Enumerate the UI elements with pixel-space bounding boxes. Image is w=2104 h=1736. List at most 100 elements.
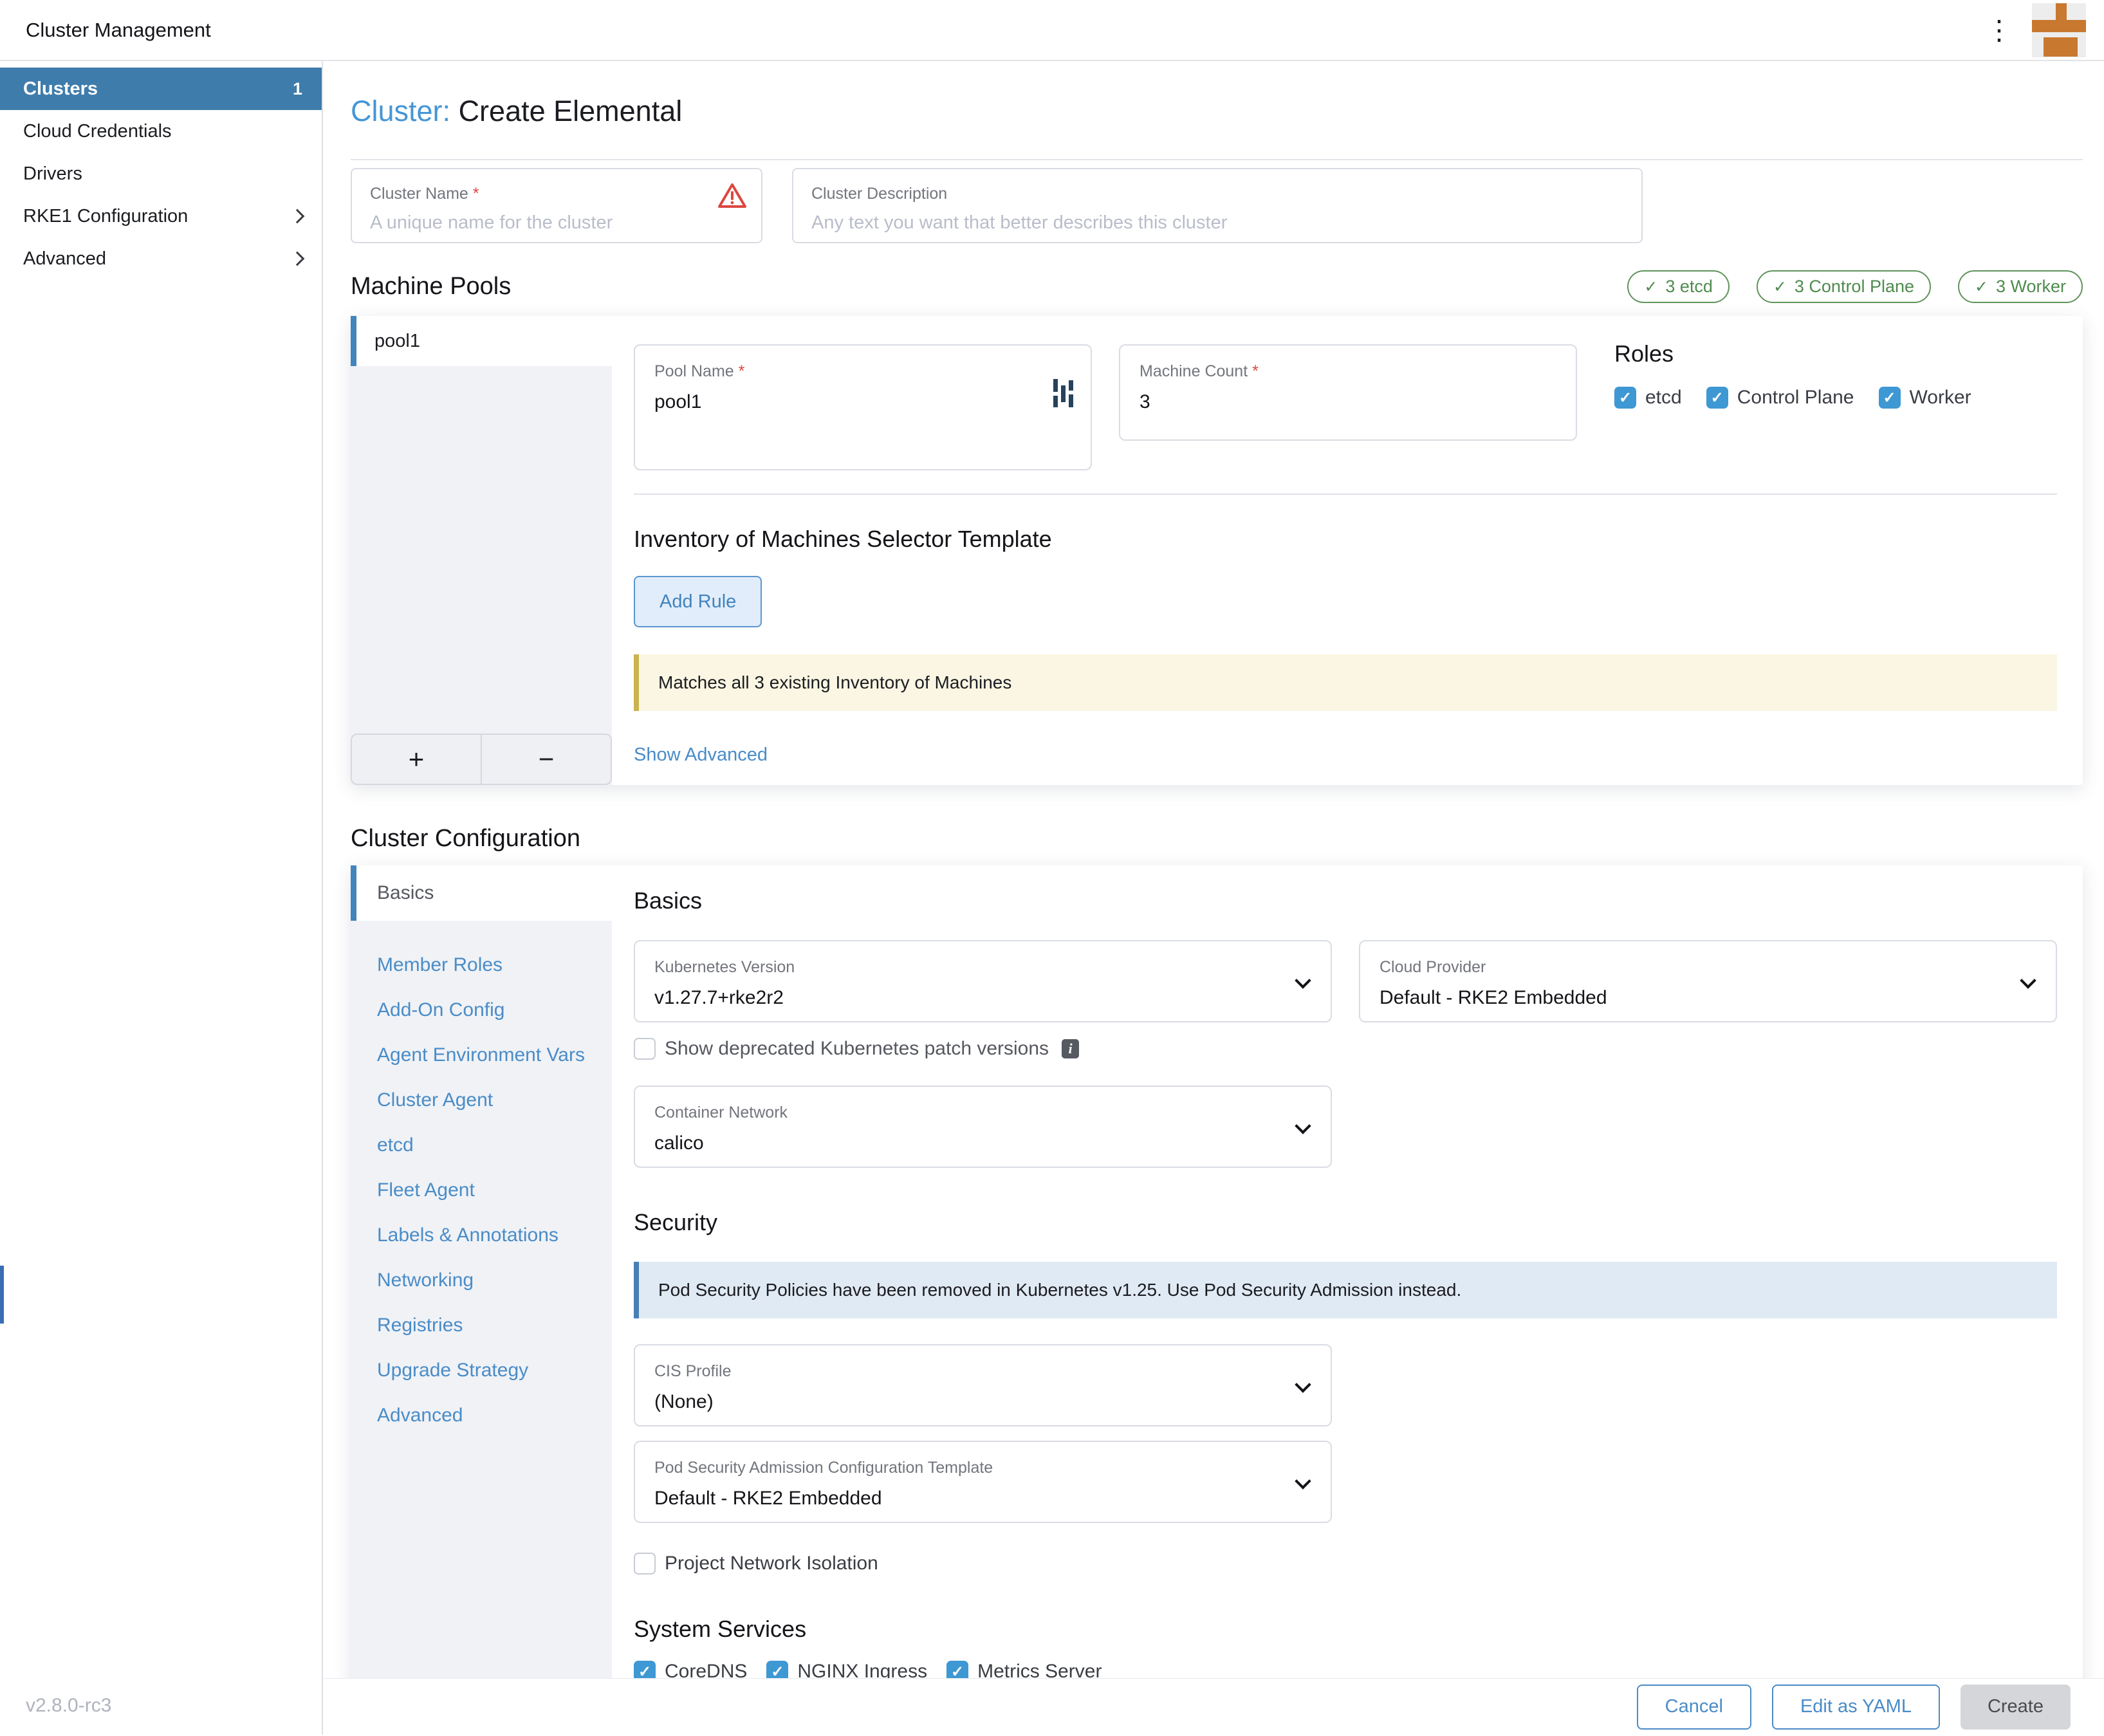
checkbox-label: Control Plane <box>1737 387 1854 409</box>
info-icon[interactable]: i <box>1062 1039 1079 1058</box>
matches-banner: Matches all 3 existing Inventory of Mach… <box>634 654 2057 711</box>
cancel-button[interactable]: Cancel <box>1637 1685 1751 1730</box>
sidebar-item-drivers[interactable]: Drivers <box>0 152 322 195</box>
main-area: Cluster: Create Elemental Cluster Name *… <box>323 61 2104 1735</box>
tab-registries[interactable]: Registries <box>377 1303 612 1348</box>
service-checkbox-coredns[interactable]: ✓CoreDNS <box>634 1661 747 1678</box>
checkbox-unchecked <box>634 1553 656 1574</box>
service-checkbox-nginx-ingress[interactable]: ✓NGINX Ingress <box>766 1661 927 1678</box>
machine-count-field[interactable]: Machine Count * 3 <box>1119 344 1577 441</box>
k8s-provider-row: Kubernetes Version v1.27.7+rke2r2 Cloud … <box>634 940 2057 1022</box>
role-checkbox-worker[interactable]: ✓ Worker <box>1879 387 1971 409</box>
sidebar-item-advanced[interactable]: Advanced <box>0 237 322 280</box>
cis-profile-select[interactable]: CIS Profile (None) <box>634 1344 1332 1427</box>
container-network-select[interactable]: Container Network calico <box>634 1085 1332 1168</box>
badge-label: 3 Control Plane <box>1795 277 1914 297</box>
pool-name-field[interactable]: Pool Name * pool1 <box>634 344 1092 470</box>
show-deprecated-label: Show deprecated Kubernetes patch version… <box>665 1038 1049 1060</box>
required-asterisk: * <box>473 185 479 203</box>
tab-basics[interactable]: Basics <box>351 865 612 921</box>
tab-upgrade-strategy[interactable]: Upgrade Strategy <box>377 1348 612 1393</box>
tab-cluster-agent[interactable]: Cluster Agent <box>377 1078 612 1123</box>
logo-shape <box>2032 20 2086 32</box>
sidebar-count-badge: 1 <box>293 79 302 99</box>
roles-column: Roles ✓etcd✓Control Plane✓Worker <box>1614 344 1971 470</box>
psa-template-row: Pod Security Admission Configuration Tem… <box>634 1441 2057 1523</box>
service-checkbox-metrics-server[interactable]: ✓ Metrics Server <box>946 1661 1102 1678</box>
checkbox-label: etcd <box>1645 387 1682 409</box>
tab-fleet-agent[interactable]: Fleet Agent <box>377 1168 612 1213</box>
machine-pool-card: pool1 + − Pool Name * po <box>351 316 2083 785</box>
pool-top-row: Pool Name * pool1 <box>634 344 2057 470</box>
tab-labels-annotations[interactable]: Labels & Annotations <box>377 1213 612 1258</box>
checkbox-label: Worker <box>1910 387 1971 409</box>
project-network-isolation-row: Project Network Isolation <box>634 1553 2057 1574</box>
machine-pools-heading: Machine Pools <box>351 273 511 300</box>
show-advanced-link[interactable]: Show Advanced <box>634 744 768 766</box>
tab-etcd[interactable]: etcd <box>377 1123 612 1168</box>
project-network-isolation-checkbox[interactable]: Project Network Isolation <box>634 1553 878 1574</box>
show-deprecated-checkbox[interactable]: Show deprecated Kubernetes patch version… <box>634 1038 1079 1060</box>
user-avatar-logo[interactable] <box>2032 3 2086 57</box>
cis-profile-row: CIS Profile (None) <box>634 1344 2057 1427</box>
chevron-right-icon <box>290 209 305 224</box>
left-scroll-indicator[interactable] <box>0 1266 4 1324</box>
chevron-down-icon <box>1295 1473 1311 1489</box>
create-button[interactable]: Create <box>1961 1685 2071 1730</box>
sidebar-item-label: Clusters <box>23 78 98 100</box>
badge-label: 3 Worker <box>1996 277 2066 297</box>
tab-networking[interactable]: Networking <box>377 1258 612 1303</box>
sidebar-nav: Clusters 1 Cloud Credentials Drivers RKE1 Co… <box>0 61 323 1735</box>
project-network-isolation-label: Project Network Isolation <box>665 1553 878 1574</box>
cluster-description-placeholder: Any text you want that better describes … <box>811 212 1623 234</box>
psa-template-select[interactable]: Pod Security Admission Configuration Tem… <box>634 1441 1332 1523</box>
tab-advanced[interactable]: Advanced <box>377 1393 612 1438</box>
cluster-description-field[interactable]: Cluster Description Any text you want th… <box>792 168 1643 243</box>
kebab-menu-icon[interactable]: ⋮ <box>1966 0 2032 60</box>
psa-template-value: Default - RKE2 Embedded <box>654 1488 1311 1510</box>
tab-add-on-config[interactable]: Add-On Config <box>377 988 612 1033</box>
cloud-provider-select[interactable]: Cloud Provider Default - RKE2 Embedded <box>1359 940 2057 1022</box>
checkbox-label: Metrics Server <box>977 1661 1102 1678</box>
title-divider <box>351 159 2083 160</box>
sidebar-item-clusters[interactable]: Clusters 1 <box>0 68 322 110</box>
edit-as-yaml-button[interactable]: Edit as YAML <box>1772 1685 1940 1730</box>
role-count-badges: ✓3 etcd✓3 Control Plane✓3 Worker <box>1627 270 2083 303</box>
checkbox-checked: ✓ <box>1706 387 1728 409</box>
system-services-row: ✓CoreDNS ✓NGINX Ingress ✓ Metrics Server <box>634 1661 2057 1678</box>
role-checkbox-etcd[interactable]: ✓etcd <box>1614 387 1682 409</box>
pool-tabs-column: pool1 + − <box>351 316 612 785</box>
sidebar-item-label: Drivers <box>23 163 82 185</box>
roles-checkbox-row: ✓etcd ✓ Control Plane ✓ Worker <box>1614 387 1971 409</box>
sidebar-item-rke1-configuration[interactable]: RKE1 Configuration <box>0 195 322 237</box>
checkbox-checked: ✓ <box>1879 387 1901 409</box>
page-title: Cluster: Create Elemental <box>351 95 2083 128</box>
checkbox-checked: ✓ <box>946 1661 968 1678</box>
badge-3-worker: ✓3 Worker <box>1958 270 2083 303</box>
top-header: Cluster Management ⋮ <box>0 0 2104 61</box>
pool-tab-pool1[interactable]: pool1 <box>351 316 612 366</box>
badge-label: 3 etcd <box>1665 277 1713 297</box>
tab-member-roles[interactable]: Member Roles <box>377 943 612 988</box>
kubernetes-version-label: Kubernetes Version <box>654 958 795 976</box>
cluster-name-field[interactable]: Cluster Name * A unique name for the clu… <box>351 168 762 243</box>
basics-heading: Basics <box>634 887 2057 914</box>
checkbox-label: NGINX Ingress <box>797 1661 927 1678</box>
remove-pool-button[interactable]: − <box>481 735 611 784</box>
machine-count-value: 3 <box>1140 391 1556 413</box>
chevron-down-icon <box>1295 1118 1311 1134</box>
page-content: Cluster: Create Elemental Cluster Name *… <box>323 61 2104 1678</box>
tab-agent-environment-vars[interactable]: Agent Environment Vars <box>377 1033 612 1078</box>
page-title-text: Create Elemental <box>459 95 683 127</box>
add-pool-button[interactable]: + <box>352 735 481 784</box>
pool-add-remove-row: + − <box>351 734 612 785</box>
pool-divider <box>634 494 2057 495</box>
sidebar-item-cloud-credentials[interactable]: Cloud Credentials <box>0 110 322 152</box>
add-rule-button[interactable]: Add Rule <box>634 576 762 627</box>
sidebar-item-label: Cloud Credentials <box>23 121 172 142</box>
kubernetes-version-select[interactable]: Kubernetes Version v1.27.7+rke2r2 <box>634 940 1332 1022</box>
cluster-config-heading: Cluster Configuration <box>351 825 2083 853</box>
role-checkbox-control-plane[interactable]: ✓ Control Plane <box>1706 387 1854 409</box>
action-bar: Cancel Edit as YAML Create <box>323 1678 2104 1735</box>
random-name-icon[interactable] <box>1052 376 1074 410</box>
